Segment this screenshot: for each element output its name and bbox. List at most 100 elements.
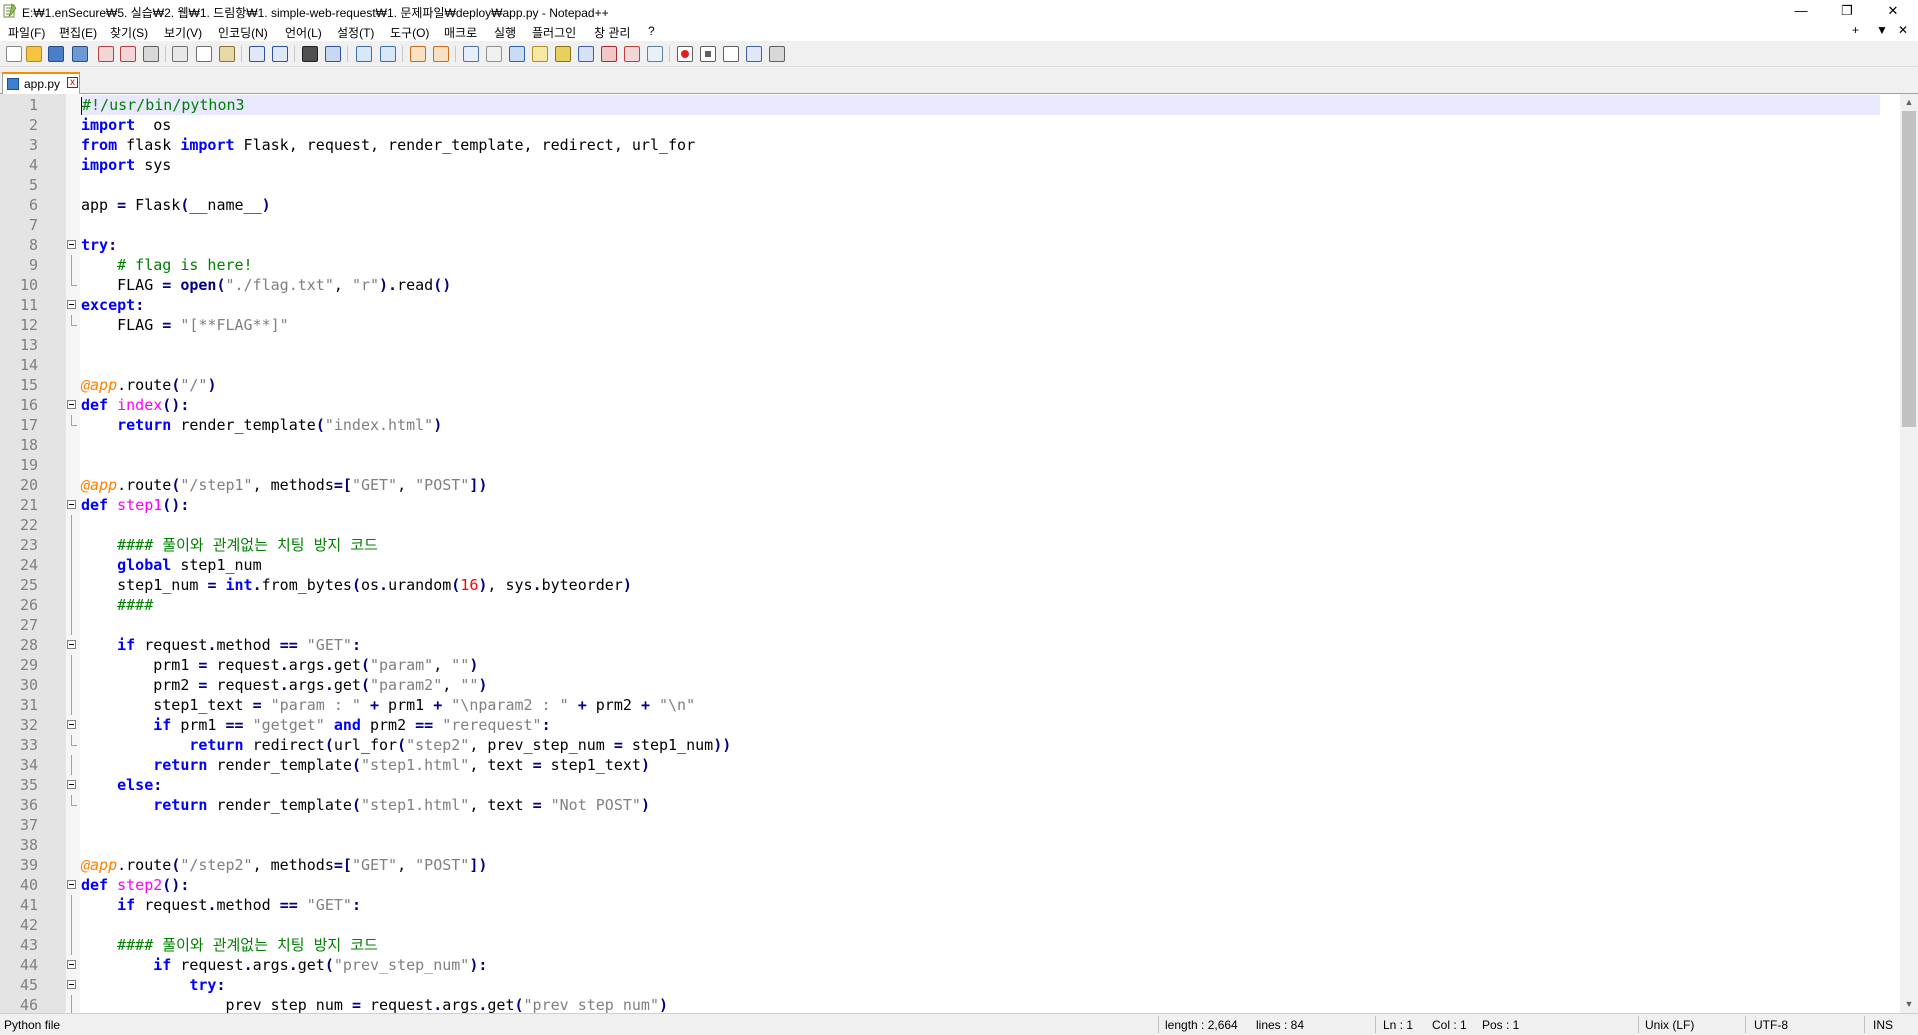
save-all-icon[interactable] [72, 46, 88, 62]
fold-minus-icon[interactable] [67, 980, 76, 989]
new-file-icon[interactable] [6, 46, 22, 62]
menu-run[interactable]: 실행 [494, 24, 516, 41]
code-line[interactable]: 19 [0, 455, 1900, 475]
tab-app-py[interactable]: app.py x [2, 72, 80, 94]
play-macro-icon[interactable] [723, 46, 739, 62]
replace-icon[interactable] [325, 46, 341, 62]
code-line[interactable]: 5 [0, 175, 1900, 195]
menu-view[interactable]: 보기(V) [164, 24, 202, 41]
fold-minus-icon[interactable] [67, 400, 76, 409]
code-line[interactable]: 26 #### [0, 595, 1900, 615]
cut-icon[interactable] [172, 46, 188, 62]
code-line[interactable]: 34 return render_template("step1.html", … [0, 755, 1900, 775]
menu-macro[interactable]: 매크로 [444, 24, 477, 41]
code-line[interactable]: 23 #### 풀이와 관계없는 치팅 방지 코드 [0, 535, 1900, 555]
code-line[interactable]: 29 prm1 = request.args.get("param", "") [0, 655, 1900, 675]
code-line[interactable]: 32 if prm1 == "getget" and prm2 == "rere… [0, 715, 1900, 735]
fold-minus-icon[interactable] [67, 720, 76, 729]
code-line[interactable]: 39 @app.route("/step2", methods=["GET", "… [0, 855, 1900, 875]
code-line[interactable]: 20 @app.route("/step1", methods=["GET", "… [0, 475, 1900, 495]
scroll-down-icon[interactable]: ▼ [1900, 996, 1918, 1013]
show-all-characters-icon[interactable] [486, 46, 502, 62]
close-all-icon[interactable] [120, 46, 136, 62]
code-line[interactable]: 42 [0, 915, 1900, 935]
indent-guide-icon[interactable] [509, 46, 525, 62]
copy-icon[interactable] [196, 46, 212, 62]
code-line[interactable]: 12 FLAG = "[**FLAG**]" [0, 315, 1900, 335]
fold-minus-icon[interactable] [67, 880, 76, 889]
code-line[interactable]: 44 if request.args.get("prev_step_num"): [0, 955, 1900, 975]
folder-workspace-icon[interactable] [601, 46, 617, 62]
scroll-up-icon[interactable]: ▲ [1900, 94, 1918, 111]
code-line[interactable]: 2 import os [0, 115, 1900, 135]
code-line[interactable]: 9 # flag is here! [0, 255, 1900, 275]
undo-icon[interactable] [249, 46, 265, 62]
code-line[interactable]: 18 [0, 435, 1900, 455]
fold-minus-icon[interactable] [67, 640, 76, 649]
fold-minus-icon[interactable] [67, 500, 76, 509]
tab-close-icon[interactable]: x [67, 77, 78, 88]
monitoring-icon[interactable] [647, 46, 663, 62]
code-line[interactable]: 16 def index(): [0, 395, 1900, 415]
code-line[interactable]: 7 [0, 215, 1900, 235]
code-line[interactable]: 30 prm2 = request.args.get("param2", "") [0, 675, 1900, 695]
menu-help[interactable]: ? [648, 24, 655, 38]
user-language-icon[interactable] [532, 46, 548, 62]
code-line[interactable]: 40 def step2(): [0, 875, 1900, 895]
open-file-icon[interactable] [26, 46, 42, 62]
code-line[interactable]: 37 [0, 815, 1900, 835]
restore-button[interactable]: ❐ [1824, 0, 1870, 22]
code-line[interactable]: 3 from flask import Flask, request, rende… [0, 135, 1900, 155]
close-document-icon[interactable]: ✕ [1898, 23, 1908, 37]
status-insert-mode[interactable]: INS [1873, 1018, 1893, 1032]
code-line[interactable]: 17 return render_template("index.html") [0, 415, 1900, 435]
code-line[interactable]: 10 FLAG = open("./flag.txt", "r").read() [0, 275, 1900, 295]
code-line[interactable]: 21 def step1(): [0, 495, 1900, 515]
code-editor[interactable]: 1 #!/usr/bin/python3 2 import os 3 from flask… [0, 94, 1918, 1013]
fold-minus-icon[interactable] [67, 240, 76, 249]
code-line[interactable]: 6 app = Flask(__name__) [0, 195, 1900, 215]
code-line[interactable]: 33 return redirect(url_for("step2", prev… [0, 735, 1900, 755]
menu-edit[interactable]: 편집(E) [59, 24, 97, 41]
menu-tools[interactable]: 도구(O) [390, 24, 429, 41]
record-macro-icon[interactable] [677, 46, 693, 62]
scrollbar-thumb[interactable] [1902, 111, 1916, 427]
fold-minus-icon[interactable] [67, 300, 76, 309]
sync-vertical-icon[interactable] [410, 46, 426, 62]
menu-settings[interactable]: 설정(T) [337, 24, 374, 41]
document-map-icon[interactable] [555, 46, 571, 62]
document-switcher-icon[interactable] [624, 46, 640, 62]
menu-file[interactable]: 파일(F) [8, 24, 45, 41]
dropdown-icon[interactable]: ▼ [1876, 23, 1888, 37]
code-line[interactable]: 25 step1_num = int.from_bytes(os.urandom… [0, 575, 1900, 595]
menu-language[interactable]: 언어(L) [285, 24, 322, 41]
add-button[interactable]: + [1852, 23, 1859, 37]
stop-macro-icon[interactable] [700, 46, 716, 62]
vertical-scrollbar[interactable]: ▲ ▼ [1900, 94, 1918, 1013]
sync-horizontal-icon[interactable] [433, 46, 449, 62]
code-line[interactable]: 4 import sys [0, 155, 1900, 175]
code-line[interactable]: 41 if request.method == "GET": [0, 895, 1900, 915]
status-encoding[interactable]: UTF-8 [1754, 1018, 1788, 1032]
close-file-icon[interactable] [98, 46, 114, 62]
code-line[interactable]: 35 else: [0, 775, 1900, 795]
menu-plugins[interactable]: 플러그인 [532, 24, 576, 41]
code-line[interactable]: 22 [0, 515, 1900, 535]
run-macro-multiple-icon[interactable] [746, 46, 762, 62]
code-line[interactable]: 45 try: [0, 975, 1900, 995]
menu-search[interactable]: 찾기(S) [110, 24, 148, 41]
word-wrap-icon[interactable] [463, 46, 479, 62]
code-line[interactable]: 38 [0, 835, 1900, 855]
code-line[interactable]: 43 #### 풀이와 관계없는 치팅 방지 코드 [0, 935, 1900, 955]
code-line[interactable]: 13 [0, 335, 1900, 355]
function-list-icon[interactable] [578, 46, 594, 62]
code-line[interactable]: 11 except: [0, 295, 1900, 315]
close-window-button[interactable]: ✕ [1870, 0, 1916, 22]
print-icon[interactable] [143, 46, 159, 62]
minimize-button[interactable]: — [1778, 0, 1824, 22]
code-line[interactable]: 8 try: [0, 235, 1900, 255]
code-line[interactable]: 28 if request.method == "GET": [0, 635, 1900, 655]
status-eol[interactable]: Unix (LF) [1645, 1018, 1694, 1032]
find-icon[interactable] [302, 46, 318, 62]
save-icon[interactable] [48, 46, 64, 62]
